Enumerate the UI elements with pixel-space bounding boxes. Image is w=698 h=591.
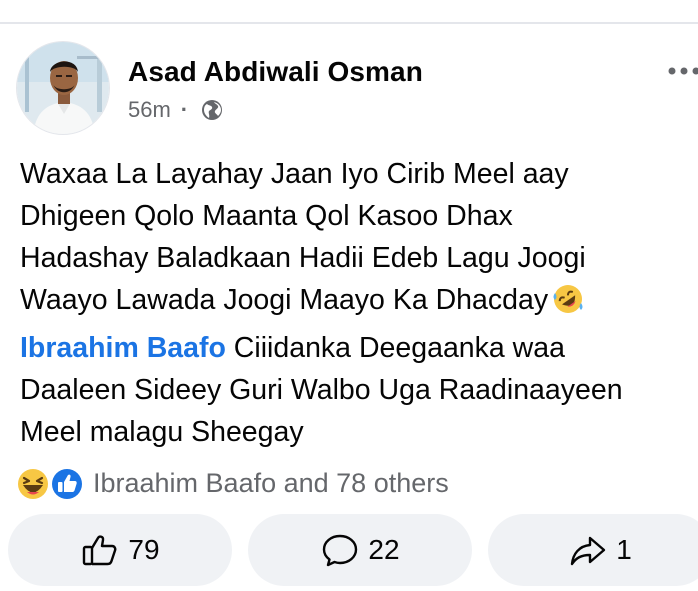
comment-button[interactable]: 22 (248, 514, 472, 586)
meta-separator: · (180, 97, 189, 122)
post-line: Dhigeen Qolo Maanta Qol Kasoo Dhax (20, 200, 513, 232)
like-reaction-icon (50, 467, 84, 501)
post-line: Daaleen Sideey Guri Walbo Uga Raadinaaye… (20, 374, 623, 406)
post-line: Meel malagu Sheegay (20, 416, 304, 448)
comment-count: 22 (368, 534, 400, 565)
post-line-text: Waayo Lawada Joogi Maayo Ka Dhacday (20, 284, 549, 316)
post-time[interactable]: 56m (128, 97, 171, 123)
post-line-with-mention: Ibraahim Baafo Ciiidanka Deegaanka waa (20, 327, 690, 369)
post-line-with-emoji: Waayo Lawada Joogi Maayo Ka Dhacday (20, 279, 690, 327)
globe-icon[interactable] (200, 98, 224, 122)
post-line: Waxaa La Layahay Jaan Iyo Cirib Meel aay (20, 158, 569, 190)
share-arrow-icon (571, 536, 606, 566)
like-button[interactable]: 79 (8, 514, 232, 586)
top-divider (0, 22, 698, 24)
reactions-summary[interactable]: Ibraahim Baafo and 78 others (15, 465, 449, 501)
haha-reaction-icon (16, 467, 50, 501)
more-horizontal-icon (668, 67, 698, 75)
more-options-button[interactable] (662, 58, 698, 84)
reactions-summary-text: Ibraahim Baafo and 78 others (93, 467, 449, 498)
like-count: 79 (128, 534, 160, 565)
reaction-icons (15, 465, 87, 501)
author-name[interactable]: Asad Abdiwali Osman (128, 56, 423, 88)
avatar-photo (17, 42, 109, 134)
thumbs-up-icon (83, 535, 117, 566)
share-count: 1 (616, 534, 632, 565)
post-line-text: Ciiidanka Deegaanka waa (225, 332, 565, 364)
rolling-on-floor-laughing-emoji-icon (552, 283, 584, 327)
author-avatar[interactable] (16, 41, 110, 135)
post-meta: 56m · (128, 96, 224, 124)
post-text: Waxaa La Layahay Jaan Iyo Cirib Meel aay… (20, 153, 690, 453)
comment-bubble-icon (323, 534, 358, 567)
mention-link[interactable]: Ibraahim Baafo (20, 332, 226, 364)
post-line: Hadashay Baladkaan Hadii Edeb Lagu Joogi (20, 242, 586, 274)
share-button[interactable]: 1 (488, 514, 698, 586)
